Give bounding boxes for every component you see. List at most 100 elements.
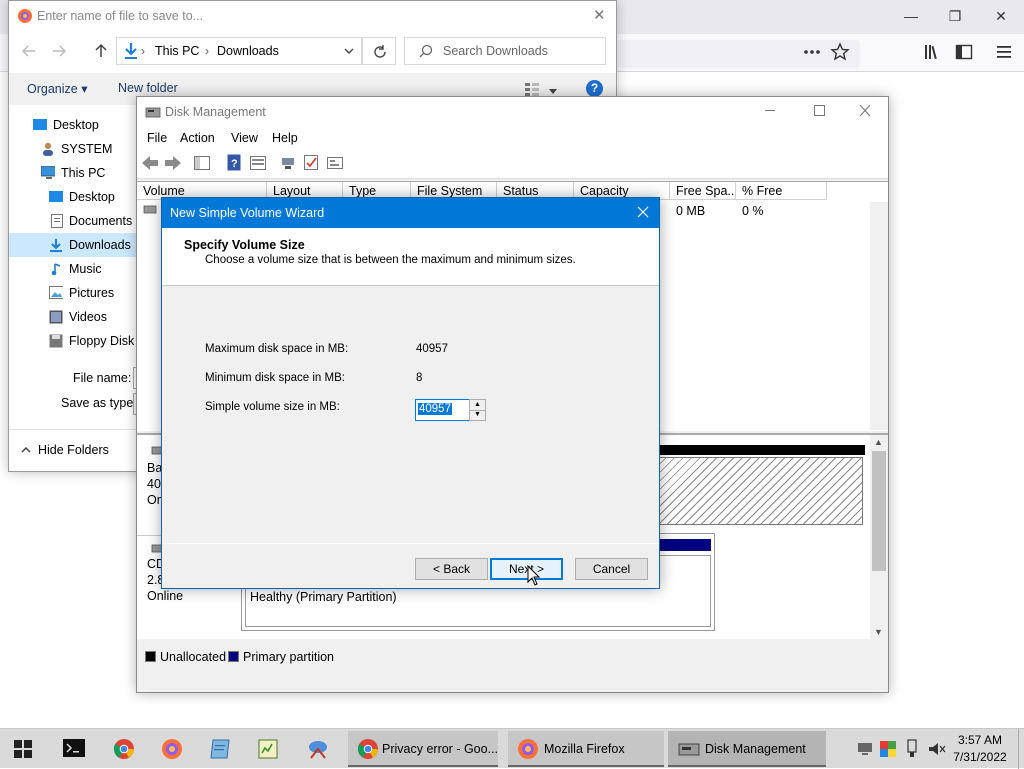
- menu-file[interactable]: File: [147, 131, 167, 145]
- firefox-app[interactable]: [152, 729, 192, 769]
- folder-tree: Desktop SYSTEM This PC Desktop Documents…: [9, 105, 141, 353]
- tree-item-system[interactable]: SYSTEM: [9, 137, 139, 161]
- desktop-icon: [33, 119, 47, 130]
- close-icon[interactable]: [636, 205, 650, 219]
- sidebar-icon[interactable]: [954, 42, 974, 62]
- usb-icon[interactable]: [906, 739, 918, 759]
- volume-muted-icon[interactable]: [928, 741, 946, 757]
- tree-item-this-pc[interactable]: This PC: [9, 161, 139, 185]
- terminal-app[interactable]: [54, 729, 94, 769]
- legend-swatch-unallocated: [145, 651, 156, 662]
- breadcrumb-this-pc[interactable]: This PC: [155, 44, 199, 58]
- library-icon[interactable]: [922, 42, 942, 62]
- scroll-down-icon[interactable]: ▼: [874, 627, 883, 637]
- chevron-down-icon[interactable]: [343, 45, 355, 57]
- graph-scrollbar[interactable]: ▲ ▼: [870, 435, 888, 641]
- snipping-app[interactable]: [298, 729, 338, 769]
- bookmark-star-icon[interactable]: [830, 42, 850, 62]
- chrome-icon: [113, 739, 134, 759]
- tree-item-videos[interactable]: Videos: [9, 305, 139, 329]
- minimize-button[interactable]: [762, 104, 778, 116]
- scrollbar-thumb[interactable]: [872, 451, 886, 571]
- help-icon[interactable]: ?: [586, 80, 603, 97]
- view-options-icon[interactable]: [524, 81, 540, 97]
- tree-item-floppy-disk[interactable]: Floppy Disk D: [9, 329, 139, 353]
- url-bar[interactable]: [610, 40, 860, 68]
- scroll-up-icon[interactable]: ▲: [874, 437, 883, 447]
- minimize-button[interactable]: —: [888, 0, 934, 32]
- cancel-button[interactable]: Cancel: [575, 558, 648, 580]
- tree-item-documents[interactable]: Documents: [9, 209, 139, 233]
- tree-item-downloads[interactable]: Downloads: [9, 233, 139, 257]
- hide-folders-button[interactable]: Hide Folders: [38, 443, 109, 457]
- forward-arrow-icon[interactable]: [164, 155, 182, 171]
- color-icon[interactable]: [880, 741, 896, 757]
- videos-icon: [49, 310, 63, 324]
- task-chrome[interactable]: Privacy error - Goo...: [348, 731, 498, 767]
- menu-icon[interactable]: [994, 42, 1014, 62]
- restore-button[interactable]: ❐: [932, 0, 978, 32]
- chevron-up-icon[interactable]: [21, 444, 31, 454]
- back-arrow-icon[interactable]: [21, 43, 37, 59]
- windows-icon: [14, 740, 32, 758]
- help-icon[interactable]: ?: [227, 154, 241, 171]
- menu-view[interactable]: View: [231, 131, 258, 145]
- task-firefox[interactable]: Mozilla Firefox: [508, 731, 664, 767]
- clock-date[interactable]: 7/31/2022: [950, 750, 1010, 764]
- save-dialog-close-button[interactable]: ✕: [593, 6, 606, 24]
- close-button[interactable]: ✕: [978, 0, 1024, 32]
- organize-button[interactable]: Organize ▾: [27, 81, 87, 96]
- connect-icon[interactable]: [279, 155, 297, 171]
- clock-time[interactable]: 3:57 AM: [954, 733, 1006, 747]
- back-arrow-icon[interactable]: [141, 155, 159, 171]
- back-button[interactable]: < Back: [415, 558, 488, 580]
- up-arrow-icon[interactable]: [93, 43, 109, 59]
- new-folder-button[interactable]: New folder: [118, 81, 178, 95]
- menu-action[interactable]: Action: [180, 131, 215, 145]
- forward-arrow-icon[interactable]: [51, 43, 67, 59]
- more-icon[interactable]: [802, 42, 822, 62]
- col-percent-free[interactable]: % Free: [736, 182, 827, 200]
- spin-up-icon[interactable]: ▲: [474, 401, 481, 408]
- menu-help[interactable]: Help: [272, 131, 298, 145]
- notepad-app[interactable]: [200, 729, 240, 769]
- show-desktop-button[interactable]: [1018, 729, 1024, 769]
- wizard-heading: Specify Volume Size: [184, 238, 305, 252]
- properties-icon[interactable]: [249, 155, 267, 171]
- tree-item-label: Downloads: [69, 238, 131, 252]
- svg-text:?: ?: [231, 158, 238, 170]
- volume-list-scrollbar[interactable]: [870, 202, 888, 430]
- wizard-subheading: Choose a volume size that is between the…: [205, 254, 576, 266]
- view-dropdown-icon[interactable]: [548, 84, 558, 94]
- search-box[interactable]: Search Downloads: [404, 37, 606, 65]
- address-bar[interactable]: › This PC › Downloads: [116, 37, 362, 65]
- refresh-button[interactable]: [362, 37, 396, 65]
- legend: Unallocated Primary partition: [137, 645, 888, 669]
- row-percent-free: 0 %: [742, 204, 764, 218]
- tree-item-music[interactable]: Music: [9, 257, 139, 281]
- maximize-button[interactable]: [811, 104, 827, 118]
- settings-panel-icon[interactable]: [326, 155, 344, 171]
- col-free-space[interactable]: Free Spa...: [670, 182, 736, 200]
- close-button[interactable]: [857, 104, 873, 118]
- volume-size-spinner[interactable]: ▲ ▼: [469, 399, 486, 421]
- save-dialog-navbar: › This PC › Downloads Search Downloads: [9, 33, 616, 73]
- cdrom-state: Online: [147, 589, 184, 603]
- start-button[interactable]: [0, 729, 48, 769]
- editor-app[interactable]: [248, 729, 288, 769]
- notepad-icon: [210, 739, 230, 759]
- chrome-app[interactable]: [104, 729, 144, 769]
- tree-item-desktop[interactable]: Desktop: [9, 185, 139, 209]
- unallocated-region[interactable]: [657, 457, 863, 525]
- task-disk-management[interactable]: Disk Management: [668, 731, 826, 767]
- checklist-icon[interactable]: [303, 154, 319, 171]
- volume-size-input[interactable]: 40957: [415, 399, 470, 421]
- show-hide-console-icon[interactable]: [193, 155, 211, 171]
- network-icon[interactable]: [856, 741, 874, 757]
- spin-down-icon[interactable]: ▼: [474, 411, 481, 418]
- breadcrumb-downloads[interactable]: Downloads: [217, 44, 279, 58]
- tree-item-desktop[interactable]: Desktop: [9, 113, 139, 137]
- tree-item-pictures[interactable]: Pictures: [9, 281, 139, 305]
- task-indicator: [348, 765, 498, 767]
- unallocated-bar: [657, 445, 865, 455]
